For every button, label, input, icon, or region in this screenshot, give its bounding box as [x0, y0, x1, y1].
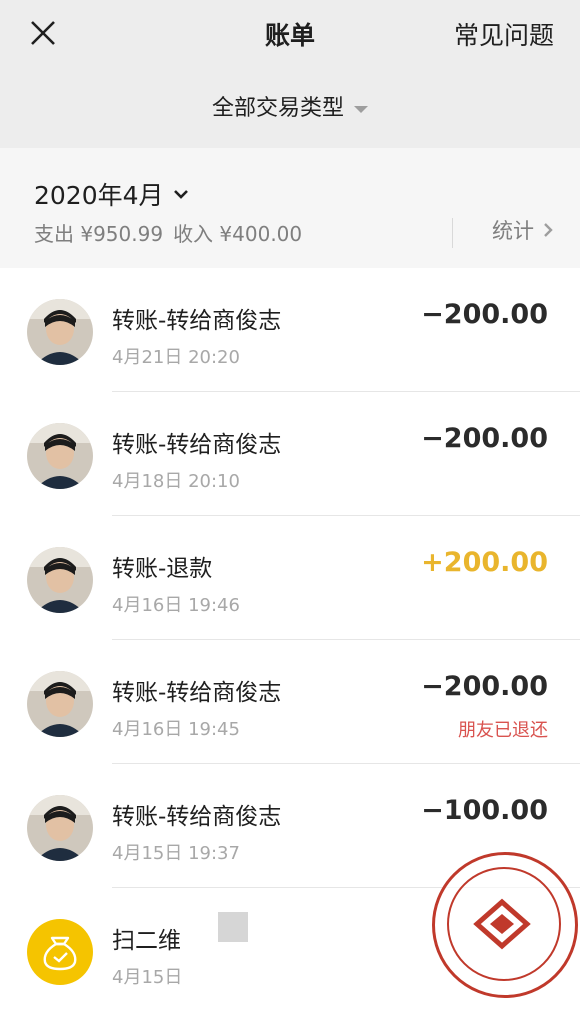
transaction-title: 转账-转给商俊志 — [112, 308, 282, 334]
avatar-image — [27, 671, 93, 737]
avatar-image — [27, 299, 93, 365]
avatar — [27, 795, 93, 861]
watermark-seal — [432, 852, 578, 998]
refund-note: 朋友已退还 — [458, 720, 548, 741]
summary-totals: 支出 ¥950.99 收入 ¥400.00 — [34, 218, 302, 247]
month-label: 2020年4月 — [34, 181, 164, 210]
avatar — [27, 547, 93, 613]
caret-down-icon — [354, 105, 368, 113]
transaction-title: 转账-退款 — [112, 556, 213, 582]
transaction-type-filter[interactable]: 全部交易类型 — [0, 90, 580, 122]
payment-icon — [27, 919, 93, 985]
transaction-title: 扫二维 — [112, 928, 181, 954]
transaction-row[interactable]: 转账-转给商俊志 4月18日 20:10 −200.00 — [0, 392, 580, 516]
stats-label: 统计 — [492, 219, 534, 243]
month-selector[interactable]: 2020年4月 — [34, 176, 190, 212]
divider — [452, 218, 453, 248]
avatar — [27, 299, 93, 365]
seal-emblem-icon — [473, 898, 531, 950]
transaction-amount: −200.00 — [421, 299, 548, 330]
avatar-image — [27, 423, 93, 489]
transaction-time: 4月16日 19:46 — [112, 595, 240, 616]
transaction-time: 4月21日 20:20 — [112, 347, 240, 368]
transaction-title: 转账-转给商俊志 — [112, 432, 282, 458]
filter-label: 全部交易类型 — [211, 96, 344, 121]
income-total: 收入 ¥400.00 — [173, 222, 303, 246]
chevron-right-icon — [544, 223, 553, 237]
transaction-amount: −200.00 — [421, 423, 548, 454]
avatar — [27, 671, 93, 737]
transaction-row[interactable]: 转账-转给商俊志 4月21日 20:20 −200.00 — [0, 268, 580, 392]
transaction-amount: +200.00 — [421, 547, 548, 578]
avatar-image — [27, 795, 93, 861]
transaction-time: 4月16日 19:45 — [112, 719, 240, 740]
transaction-amount: −100.00 — [421, 795, 548, 826]
avatar — [27, 423, 93, 489]
stats-button[interactable]: 统计 — [492, 215, 554, 245]
expense-total: 支出 ¥950.99 — [34, 222, 164, 246]
money-bag-icon — [43, 936, 77, 971]
month-summary: 2020年4月 支出 ¥950.99 收入 ¥400.00 统计 — [0, 148, 580, 268]
header: 账单 常见问题 全部交易类型 — [0, 0, 580, 148]
chevron-down-icon — [173, 190, 188, 199]
transaction-row[interactable]: 转账-退款 4月16日 19:46 +200.00 — [0, 516, 580, 640]
transaction-time: 4月15日 — [112, 967, 183, 988]
faq-link[interactable]: 常见问题 — [454, 16, 554, 52]
transaction-row[interactable]: 转账-转给商俊志 4月16日 19:45 −200.00 朋友已退还 — [0, 640, 580, 764]
nav-bar: 账单 常见问题 — [0, 0, 580, 66]
transaction-amount: −200.00 — [421, 671, 548, 702]
transaction-time: 4月18日 20:10 — [112, 471, 240, 492]
avatar-image — [27, 547, 93, 613]
transaction-title: 转账-转给商俊志 — [112, 804, 282, 830]
transaction-time: 4月15日 19:37 — [112, 843, 240, 864]
transaction-title: 转账-转给商俊志 — [112, 680, 282, 706]
redaction-block — [218, 912, 248, 942]
